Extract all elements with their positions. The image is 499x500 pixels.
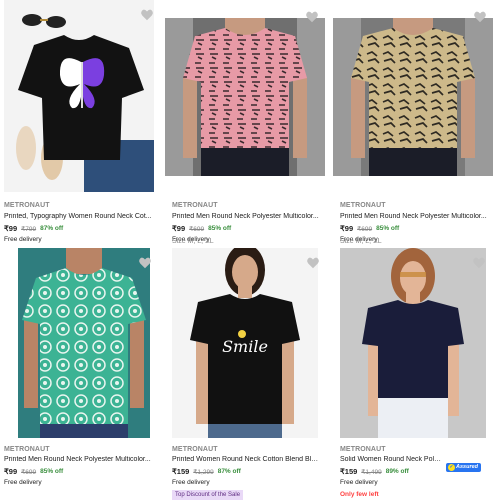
price-row: ₹159 ₹1,299 87% off: [172, 467, 241, 476]
price-row: ₹99 ₹699 85% off: [340, 224, 399, 233]
wishlist-heart-icon[interactable]: [140, 8, 154, 22]
product-price: ₹99: [4, 467, 18, 476]
product-price: ₹159: [340, 467, 358, 476]
product-title[interactable]: Printed Men Round Neck Polyester Multico…: [4, 456, 152, 463]
product-discount: 85% off: [376, 225, 400, 232]
price-row: ₹159 ₹1,499 89% off: [340, 467, 409, 476]
product-discount: 89% off: [385, 468, 409, 475]
wishlist-heart-icon[interactable]: [138, 256, 152, 270]
product-discount: 85% off: [208, 225, 232, 232]
price-row: ₹99 ₹699 85% off: [172, 224, 231, 233]
product-title[interactable]: Printed Men Round Neck Polyester Multico…: [340, 213, 488, 220]
assured-label: Assured: [456, 464, 479, 470]
product-mrp: ₹799: [21, 225, 37, 233]
product-discount: 87% off: [40, 225, 64, 232]
product-title[interactable]: Printed, Typography Women Round Neck Cot…: [4, 213, 152, 220]
product-image[interactable]: [165, 18, 325, 176]
size-options: Size M, L, XL: [172, 238, 214, 245]
price-row: ₹99 ₹699 85% off: [4, 467, 63, 476]
product-title[interactable]: Printed Women Round Neck Cotton Blend Bl…: [172, 456, 320, 463]
product-brand: METRONAUT: [4, 446, 50, 453]
wishlist-heart-icon[interactable]: [473, 10, 487, 24]
product-title[interactable]: Printed Men Round Neck Polyester Multico…: [172, 213, 320, 220]
product-image[interactable]: Smile: [172, 248, 318, 438]
delivery-info: Free delivery: [4, 236, 42, 243]
product-image[interactable]: [18, 248, 150, 438]
smile-print-tshirt-image: Smile: [172, 248, 318, 438]
product-price: ₹99: [172, 224, 186, 233]
wishlist-heart-icon[interactable]: [305, 10, 319, 24]
product-price: ₹159: [172, 467, 190, 476]
smile-print-text: Smile: [222, 337, 268, 356]
assured-badge: ✓ Assured: [446, 455, 482, 473]
beige-pattern-tshirt-image: [333, 18, 493, 176]
delivery-info: Free delivery: [340, 479, 378, 486]
product-price: ₹99: [340, 224, 354, 233]
check-icon: ✓: [448, 463, 455, 471]
price-row: ₹99 ₹799 87% off: [4, 224, 63, 233]
product-image[interactable]: [340, 248, 486, 438]
product-mrp: ₹699: [21, 468, 37, 476]
product-image[interactable]: [333, 18, 493, 176]
product-price: ₹99: [4, 224, 18, 233]
product-brand: METRONAUT: [4, 202, 50, 209]
product-discount: 87% off: [217, 468, 241, 475]
wishlist-heart-icon[interactable]: [306, 256, 320, 270]
sale-badge: Top Discount of the Sale: [172, 490, 244, 500]
pink-pattern-tshirt-image: [165, 18, 325, 176]
product-title[interactable]: Solid Women Round Neck Polye...: [340, 456, 444, 463]
product-discount: 85% off: [40, 468, 64, 475]
size-options: Size M, L, XL: [340, 238, 382, 245]
product-brand: METRONAUT: [340, 446, 386, 453]
product-image[interactable]: [4, 0, 154, 192]
delivery-info: Free delivery: [172, 479, 210, 486]
delivery-info: Free delivery: [4, 479, 42, 486]
green-pattern-tshirt-image: [18, 248, 150, 438]
stock-warning: Only few left: [340, 491, 379, 498]
navy-solid-tshirt-image: [340, 248, 486, 438]
product-brand: METRONAUT: [172, 202, 218, 209]
butterfly-tshirt-image: [4, 0, 154, 192]
product-brand: METRONAUT: [340, 202, 386, 209]
product-mrp: ₹1,499: [361, 468, 382, 476]
product-mrp: ₹699: [357, 225, 373, 233]
product-brand: METRONAUT: [172, 446, 218, 453]
product-mrp: ₹699: [189, 225, 205, 233]
product-mrp: ₹1,299: [193, 468, 214, 476]
wishlist-heart-icon[interactable]: [472, 256, 486, 270]
